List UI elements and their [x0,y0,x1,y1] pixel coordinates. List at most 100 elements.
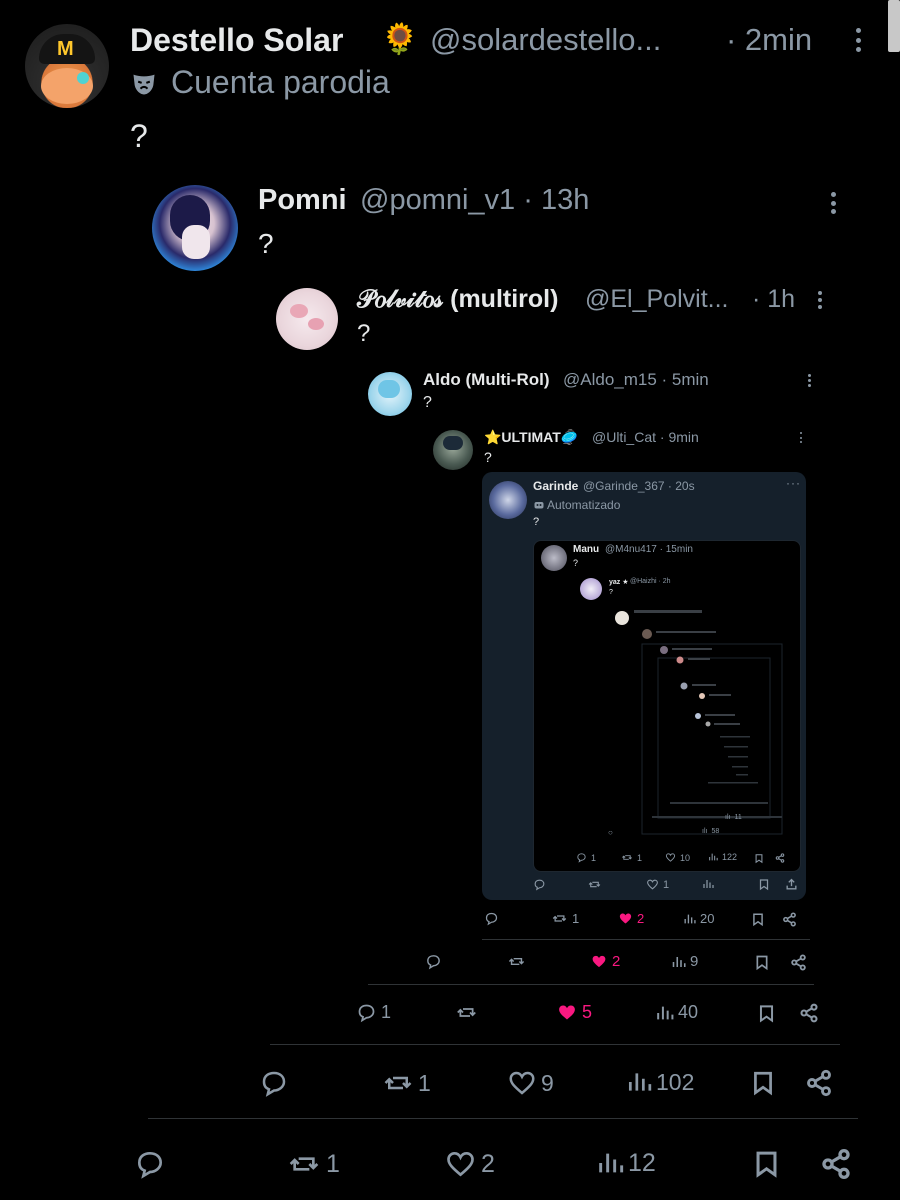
display-name[interactable]: 𝒫𝑜𝓁𝓋𝒾𝓉𝑜𝓈 (multirol) [357,285,558,314]
repost-button[interactable] [587,878,606,891]
share-icon[interactable] [799,1003,819,1023]
display-name[interactable]: Garinde [533,479,578,493]
reply-button[interactable]: 1 [356,1002,391,1023]
views-button[interactable]: 20 [683,911,714,926]
views-count[interactable]: ılı 11 [725,814,742,821]
display-name[interactable]: Aldo (Multi-Rol) [423,370,550,390]
reply-icon [358,1004,375,1023]
heart-icon [509,1071,535,1095]
views-button[interactable]: 12 [596,1148,656,1178]
bookmark-icon[interactable] [758,878,770,891]
avatar[interactable]: M [25,24,109,108]
handle[interactable]: @M4nu417 · 15min [605,544,693,555]
more-options-icon[interactable] [855,28,861,52]
bookmark-icon[interactable] [757,1003,776,1024]
more-options-icon[interactable] [799,432,802,443]
heart-filled-icon [592,955,606,968]
handle[interactable]: @solardestello... [430,22,661,58]
scrollbar[interactable] [888,0,900,52]
reply-icon [262,1071,286,1097]
bookmark-icon[interactable] [752,1148,781,1180]
repost-button[interactable]: 1 [551,911,579,926]
like-button[interactable]: 2 [618,911,644,926]
share-icon[interactable] [790,954,807,971]
display-name[interactable]: yaz ★ [609,578,629,586]
bookmark-icon[interactable] [754,853,764,864]
more-options-icon[interactable]: ··· [786,476,801,490]
views-button[interactable] [702,878,718,890]
reply-button[interactable] [259,1068,293,1098]
mask-icon [133,74,155,95]
upload-icon[interactable] [785,878,798,891]
display-name[interactable]: Pomni [258,184,347,217]
repost-button[interactable]: 1 [286,1148,340,1180]
like-button[interactable]: 2 [444,1148,495,1180]
like-button[interactable]: 2 [590,953,620,970]
like-button[interactable]: 5 [556,1002,592,1023]
reply-button[interactable] [134,1148,170,1180]
display-name[interactable]: ⭐ULTIMAT🥏 [484,429,578,446]
share-icon[interactable] [775,853,785,863]
reply-icon[interactable]: ○ [608,828,613,837]
avatar[interactable] [152,185,238,271]
views-icon: ılı [702,828,708,835]
reply-button[interactable] [484,911,503,926]
divider [270,1044,840,1045]
nested-thread-preview [612,604,787,842]
handle[interactable]: @Aldo_m15 · 5min [563,370,709,390]
share-icon[interactable] [820,1148,852,1180]
views-button[interactable]: 122 [708,852,737,862]
repost-icon [289,1157,319,1171]
heart-filled-icon [619,913,632,924]
repost-button[interactable]: 1 [382,1068,431,1098]
post-text: ? [533,516,540,528]
handle[interactable]: @Ulti_Cat · 9min [592,429,699,445]
views-icon [703,880,714,888]
handle[interactable]: @Haizhi · 2h [630,578,671,585]
more-options-icon[interactable] [831,192,836,214]
avatar[interactable] [580,578,602,600]
repost-button[interactable] [455,1002,482,1023]
like-button[interactable]: 10 [665,852,690,863]
avatar[interactable] [433,430,473,470]
reply-button[interactable]: 1 [576,852,596,863]
timestamp[interactable]: · 2min [726,22,812,58]
more-options-icon[interactable] [808,374,811,387]
display-name[interactable]: Destello Solar [130,22,343,59]
post-text: ? [573,558,579,568]
avatar[interactable] [541,545,567,571]
avatar[interactable] [489,481,527,519]
bookmark-icon[interactable] [751,912,765,927]
handle[interactable]: @Garinde_367 · 20s [583,479,695,493]
views-icon [628,1073,652,1091]
share-icon[interactable] [805,1069,833,1097]
views-button[interactable]: 40 [655,1002,698,1023]
views-button[interactable]: 102 [626,1068,694,1096]
post-text: ? [423,394,432,411]
avatar[interactable] [368,372,412,416]
views-icon [709,853,718,861]
repost-icon [508,957,525,966]
timestamp[interactable]: · 1h [752,285,795,314]
reply-button[interactable] [425,953,446,970]
bookmark-icon[interactable] [754,954,770,971]
display-name[interactable]: Manu [573,544,599,555]
avatar[interactable] [276,288,338,350]
reply-button[interactable] [533,878,550,891]
like-button[interactable]: 9 [507,1068,554,1098]
share-icon[interactable] [782,912,797,927]
divider [482,939,810,940]
repost-button[interactable]: 1 [621,852,642,863]
bookmark-icon[interactable] [750,1069,776,1097]
sunflower-emoji: 🌻 [381,23,419,56]
handle[interactable]: @pomni_v1 · 13h [360,184,589,217]
repost-icon [457,1008,476,1017]
robot-icon [534,502,544,509]
like-button[interactable]: 1 [646,878,669,891]
handle[interactable]: @El_Polvit... [585,285,728,314]
repost-button[interactable] [507,953,530,970]
views-button[interactable]: 9 [671,953,698,970]
more-options-icon[interactable] [818,291,822,309]
repost-icon [384,1076,412,1090]
views-count[interactable]: ılı 58 [702,828,719,835]
